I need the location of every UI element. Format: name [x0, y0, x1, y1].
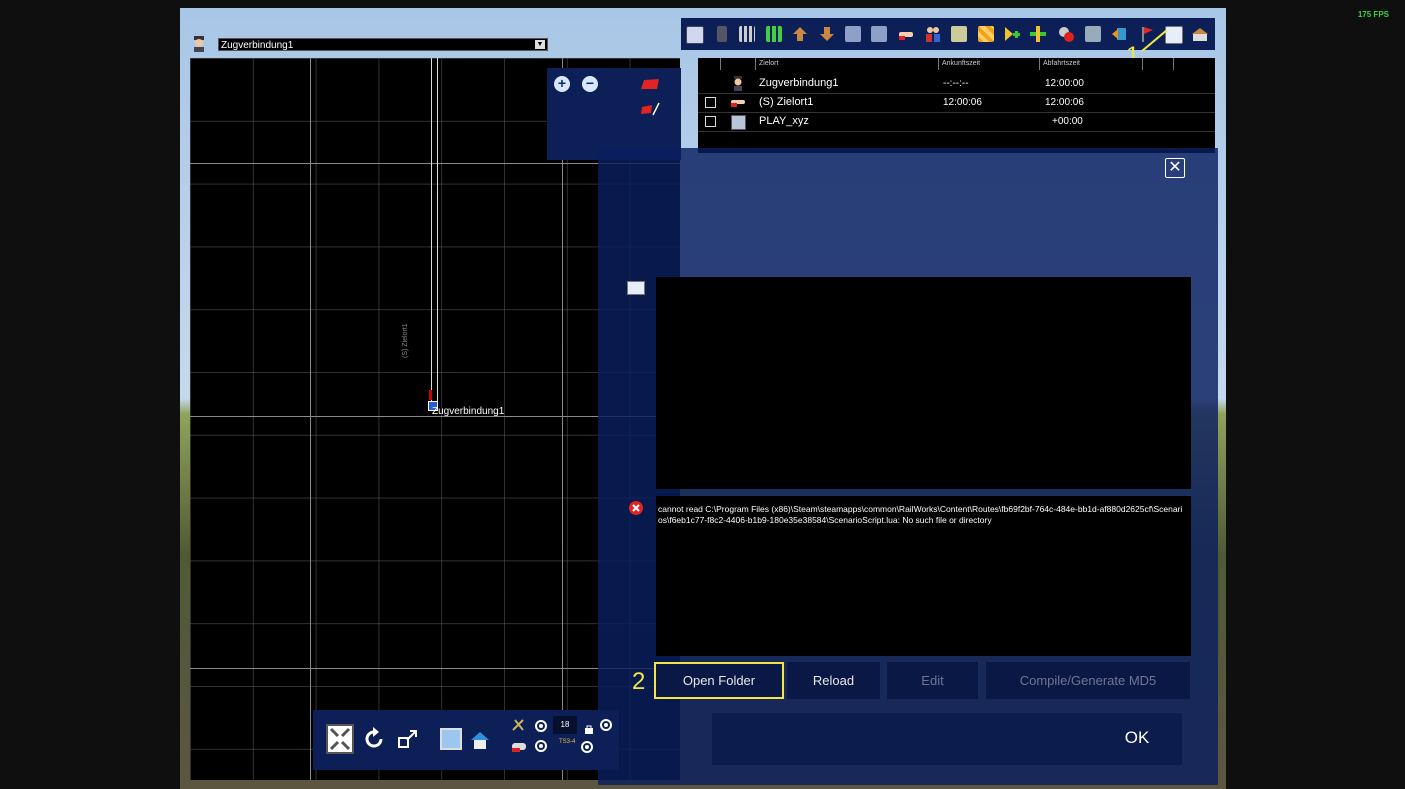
fps-counter: 175 FPS	[1357, 10, 1389, 19]
resize-icon[interactable]	[397, 728, 419, 750]
map-zoom-panel: + −	[547, 68, 681, 160]
check-icon[interactable]	[951, 26, 967, 42]
tsc-label: TS3-4	[559, 739, 576, 745]
column-header-destination[interactable]: Zielort	[755, 58, 938, 70]
track-label: (S) Zielort1	[402, 323, 409, 358]
row-checkbox[interactable]	[705, 97, 716, 108]
add-stop-icon[interactable]	[1030, 26, 1046, 42]
people-icon[interactable]	[925, 26, 941, 42]
pointing-hand-icon[interactable]	[898, 26, 914, 42]
row-destination: Zugverbindung1	[759, 77, 839, 89]
script-icon[interactable]	[1165, 26, 1183, 44]
row-departure: +00:00	[1052, 116, 1083, 127]
train-label: Zugverbindung1	[432, 406, 505, 417]
pointing-hand-icon	[730, 97, 746, 109]
eraser-icon[interactable]	[640, 77, 660, 89]
row-departure: 12:00:06	[1045, 97, 1084, 108]
script-content-area[interactable]	[656, 277, 1191, 489]
column-header-blank	[720, 58, 753, 70]
lock-radio[interactable]	[600, 719, 612, 731]
properties-icon[interactable]	[1085, 26, 1101, 42]
annotation-marker-2: 2	[632, 668, 646, 695]
export-icon[interactable]	[1111, 26, 1127, 42]
dialog-footer	[712, 713, 1182, 765]
table-row[interactable]: Zugverbindung1 --:--:-- 12:00:00	[698, 74, 1215, 94]
column-header-departure[interactable]: Abfahrtszeit	[1039, 58, 1142, 70]
insert-before-icon[interactable]	[845, 26, 861, 42]
map-grid-line	[310, 58, 311, 780]
column-header-blank	[1142, 58, 1173, 70]
home-icon[interactable]	[470, 730, 490, 750]
row-departure: 12:00:00	[1045, 78, 1084, 89]
map-grid-line	[562, 58, 563, 780]
row-destination: (S) Zielort1	[759, 96, 814, 108]
chevron-down-icon[interactable]: ▼	[535, 40, 545, 49]
delete-icon[interactable]	[717, 26, 727, 42]
add-instruction-icon[interactable]	[1004, 26, 1020, 42]
map-bottom-toolbar: 18 TS3-4	[313, 710, 619, 770]
reload-button[interactable]: Reload	[787, 662, 880, 699]
track-tool-icon[interactable]	[511, 718, 525, 732]
move-down-icon[interactable]	[819, 26, 835, 42]
table-row[interactable]: (S) Zielort1 12:00:06 12:00:06	[698, 93, 1215, 113]
table-row[interactable]: PLAY_xyz +00:00	[698, 112, 1215, 132]
instruction-table: Zielort Ankunftszeit Abfahrtszeit Zugver…	[698, 58, 1215, 153]
error-icon	[626, 499, 646, 517]
lock-icon[interactable]	[584, 721, 594, 734]
counter-value: 18	[560, 720, 570, 729]
driver-icon	[192, 36, 206, 52]
zoom-out-icon[interactable]: −	[582, 76, 598, 92]
move-up-icon[interactable]	[792, 26, 808, 42]
script-icon	[627, 281, 645, 295]
edit-button[interactable]: Edit	[887, 662, 978, 699]
close-button[interactable]: ✕	[1165, 158, 1185, 178]
grid-large-icon[interactable]	[766, 26, 782, 42]
fit-view-icon[interactable]	[326, 724, 354, 754]
track-rail-left	[431, 58, 432, 406]
track-rail-right	[437, 58, 438, 406]
row-arrival: --:--:--	[943, 78, 969, 89]
compile-generate-md5-button[interactable]: Compile/Generate MD5	[986, 662, 1190, 699]
train-selector[interactable]: Zugverbindung1 ▼	[218, 38, 548, 51]
row-checkbox[interactable]	[705, 116, 716, 127]
cubes-icon[interactable]	[978, 26, 994, 42]
error-message: cannot read C:\Program Files (x86)\Steam…	[658, 504, 1183, 525]
column-header-arrival[interactable]: Ankunftszeit	[938, 58, 1039, 70]
counter-box: 18	[553, 716, 577, 734]
grid-small-icon[interactable]	[739, 26, 755, 42]
insert-after-icon[interactable]	[871, 26, 887, 42]
open-folder-button[interactable]: Open Folder	[654, 662, 784, 699]
driver-icon	[731, 76, 745, 91]
pencil-eraser-icon[interactable]	[640, 101, 660, 117]
tsc-radio[interactable]	[581, 741, 593, 753]
train-tool-icon[interactable]	[511, 740, 529, 752]
globe-icon[interactable]	[440, 728, 462, 750]
train-marker[interactable]	[429, 390, 432, 400]
row-destination: PLAY_xyz	[759, 115, 809, 127]
train-tool-radio[interactable]	[535, 740, 547, 752]
station-icon[interactable]	[1191, 26, 1208, 42]
remove-icon[interactable]	[1058, 26, 1074, 42]
row-arrival: 12:00:06	[943, 97, 982, 108]
ok-button[interactable]: OK	[1115, 728, 1159, 750]
script-settings-icon	[731, 115, 746, 130]
save-icon[interactable]	[686, 26, 704, 44]
rotate-icon[interactable]	[361, 726, 387, 752]
zoom-in-icon[interactable]: +	[554, 76, 570, 92]
column-header-blank	[1173, 58, 1213, 70]
track-tool-radio[interactable]	[535, 720, 547, 732]
error-output-area: cannot read C:\Program Files (x86)\Steam…	[656, 496, 1191, 656]
train-selector-value: Zugverbindung1	[221, 40, 294, 51]
